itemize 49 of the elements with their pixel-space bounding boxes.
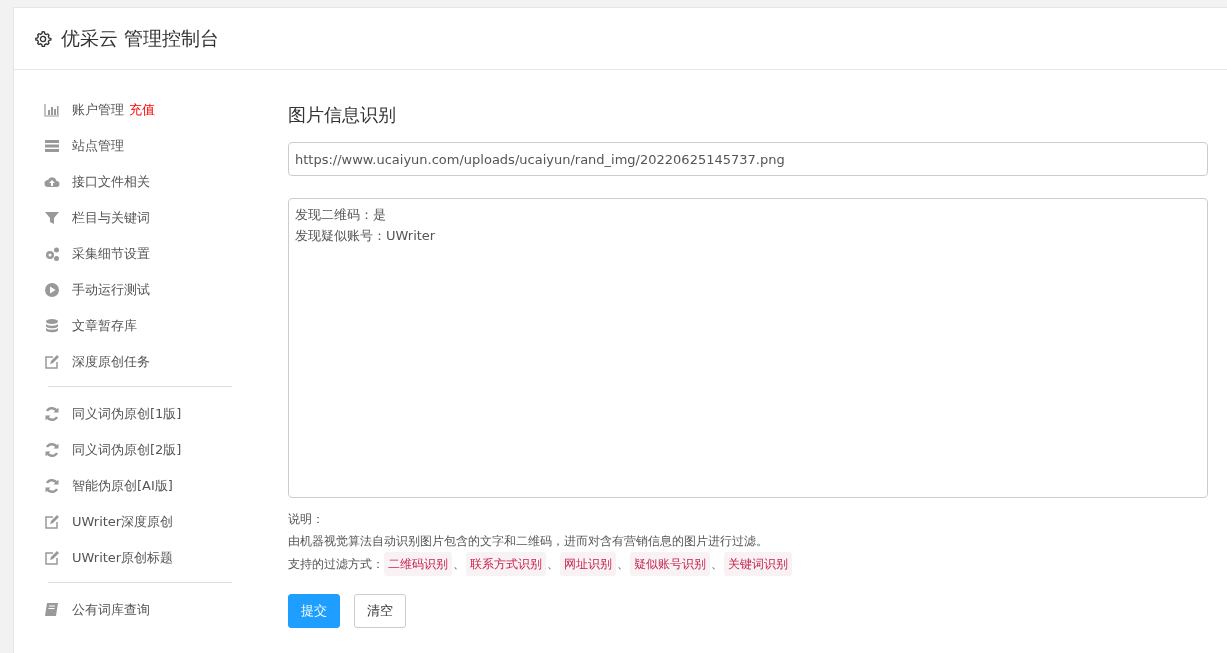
play-icon: [44, 282, 60, 298]
nav-link[interactable]: 接口文件相关: [72, 173, 150, 191]
app-title: 优采云 管理控制台: [61, 25, 220, 51]
notes-heading: 说明：: [288, 511, 325, 528]
separator: 、: [547, 556, 559, 573]
recharge-link[interactable]: 充值: [129, 101, 155, 119]
separator: 、: [711, 556, 723, 573]
nav-link[interactable]: 智能伪原创[AI版]: [72, 477, 173, 495]
separator: 、: [617, 556, 629, 573]
result-line: 发现疑似账号：UWriter: [295, 226, 436, 245]
separator: 、: [453, 556, 465, 573]
nav-link[interactable]: UWriter深度原创: [72, 513, 174, 531]
method-tag: 关键词识别: [724, 552, 792, 576]
nav-link[interactable]: UWriter原创标题: [72, 549, 174, 567]
nav-link[interactable]: 手动运行测试: [72, 281, 150, 299]
server-icon: [44, 138, 60, 154]
nav-link[interactable]: 公有词库查询: [72, 601, 150, 619]
nav-link[interactable]: 同义词伪原创[1版]: [72, 405, 182, 423]
method-tag: 联系方式识别: [466, 552, 546, 576]
bar-chart-icon: [44, 102, 60, 118]
refresh-icon: [44, 442, 60, 458]
edit-icon: [44, 514, 60, 530]
clear-button[interactable]: 清空: [354, 594, 406, 628]
nav-link[interactable]: 深度原创任务: [72, 353, 150, 371]
filter-icon: [44, 210, 60, 226]
nav-link[interactable]: 站点管理: [72, 137, 124, 155]
notes-description: 由机器视觉算法自动识别图片包含的文字和二维码，进而对含有营销信息的图片进行过滤。: [288, 533, 769, 550]
url-field[interactable]: https://www.ucaiyun.com/uploads/ucaiyun/rand_img/20220625145737.png: [288, 142, 1208, 176]
settings-icon: [34, 29, 52, 48]
refresh-icon: [44, 406, 60, 422]
method-tag: 疑似账号识别: [630, 552, 710, 576]
method-tag: 二维码识别: [384, 552, 452, 576]
database-icon: [44, 318, 60, 334]
nav-link[interactable]: 同义词伪原创[2版]: [72, 441, 182, 459]
page-title: 图片信息识别: [288, 103, 397, 127]
nav-link[interactable]: 文章暂存库: [72, 317, 137, 335]
edit-icon: [44, 354, 60, 370]
method-tag: 网址识别: [560, 552, 616, 576]
nav-link[interactable]: 采集细节设置: [72, 245, 150, 263]
gears-icon: [44, 246, 60, 262]
refresh-icon: [44, 478, 60, 494]
result-line: 发现二维码：是: [295, 206, 386, 224]
methods-label: 支持的过滤方式：: [288, 556, 384, 573]
cloud-upload-icon: [44, 174, 60, 190]
edit-icon: [44, 550, 60, 566]
nav-link[interactable]: 账户管理: [72, 101, 124, 119]
book-icon: [44, 602, 60, 618]
result-box[interactable]: 发现二维码：是 发现疑似账号：UWriter: [288, 198, 1208, 498]
nav-link[interactable]: 栏目与关键词: [72, 209, 150, 227]
